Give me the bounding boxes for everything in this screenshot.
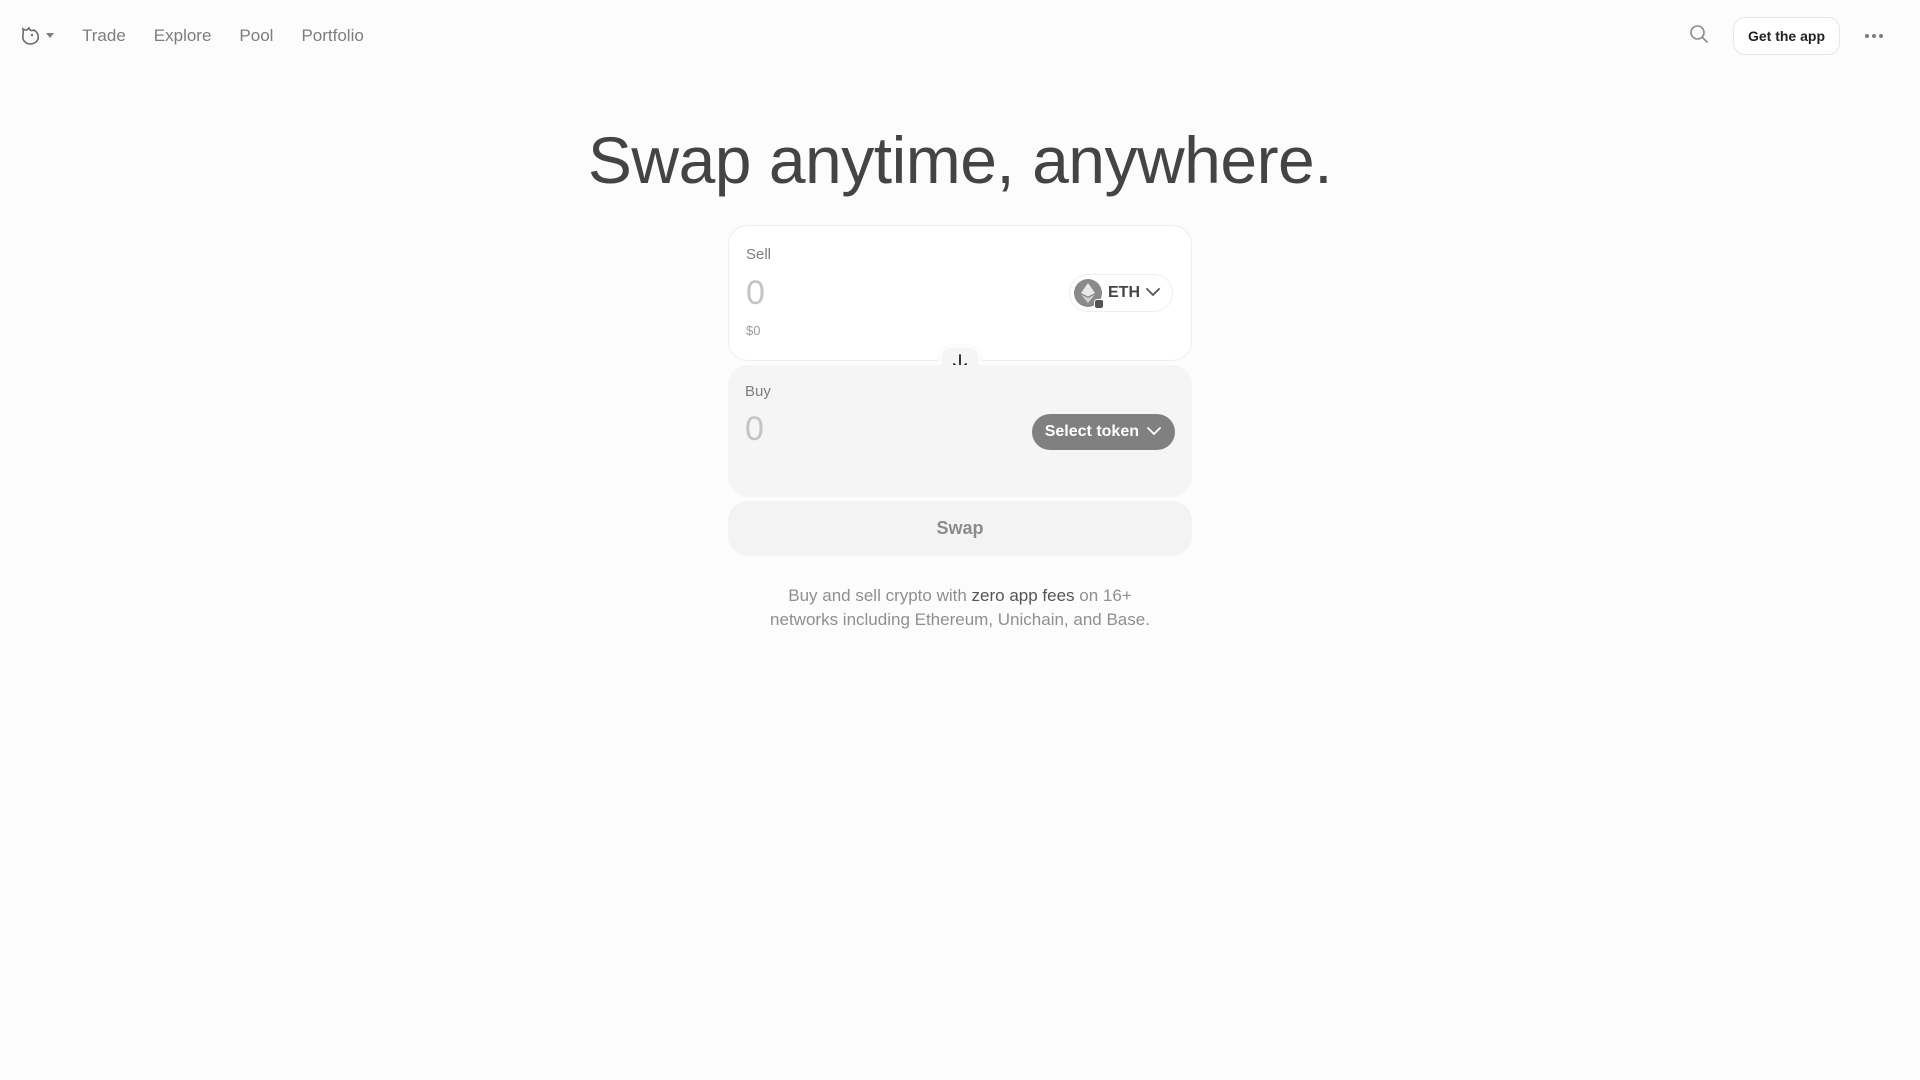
- chevron-down-icon: [1146, 284, 1160, 302]
- get-the-app-button[interactable]: Get the app: [1732, 17, 1840, 55]
- more-dots-icon: [1865, 34, 1869, 38]
- nav-link-trade[interactable]: Trade: [82, 26, 126, 46]
- nav-link-explore[interactable]: Explore: [154, 26, 212, 46]
- unicorn-logo-icon: [20, 25, 42, 47]
- sell-label: Sell: [746, 246, 772, 263]
- info-text: Buy and sell crypto with zero app fees o…: [0, 584, 1920, 632]
- page-headline: Swap anytime, anywhere.: [587, 123, 1333, 197]
- info-text-part2: on 16+: [1074, 586, 1132, 605]
- select-token-label: Select token: [1044, 423, 1139, 440]
- sell-token-symbol: ETH: [1108, 284, 1140, 301]
- network-badge-icon: [1094, 299, 1104, 309]
- chevron-down-icon: [1147, 423, 1161, 441]
- sell-amount-input[interactable]: 0: [746, 274, 765, 313]
- info-text-part1: Buy and sell crypto with: [788, 586, 972, 605]
- buy-amount-input[interactable]: 0: [745, 410, 764, 449]
- nav-right: Get the app: [1687, 0, 1888, 72]
- nav-link-pool[interactable]: Pool: [239, 26, 273, 46]
- nav-links: Trade Explore Pool Portfolio: [82, 26, 364, 46]
- buy-label: Buy: [745, 383, 771, 400]
- info-text-line2: networks including Ethereum, Unichain, a…: [770, 610, 1150, 629]
- top-nav: Trade Explore Pool Portfolio Get the app: [0, 0, 1920, 72]
- caret-down-icon: [46, 33, 54, 39]
- select-token-button[interactable]: Select token: [1031, 414, 1175, 450]
- nav-link-portfolio[interactable]: Portfolio: [301, 26, 363, 46]
- swap-button[interactable]: Swap: [728, 501, 1192, 556]
- search-button[interactable]: [1687, 24, 1711, 48]
- eth-token-icon: [1074, 279, 1104, 309]
- buy-panel: Buy 0 Select token: [728, 365, 1192, 497]
- sell-usd-value: $0: [746, 323, 761, 338]
- logo-menu-button[interactable]: [20, 25, 54, 47]
- more-options-button[interactable]: [1860, 24, 1888, 48]
- info-text-highlight: zero app fees: [971, 586, 1075, 605]
- search-icon: [1689, 24, 1709, 49]
- sell-panel: Sell 0 $0 ETH: [728, 225, 1192, 361]
- sell-token-selector[interactable]: ETH: [1069, 274, 1173, 312]
